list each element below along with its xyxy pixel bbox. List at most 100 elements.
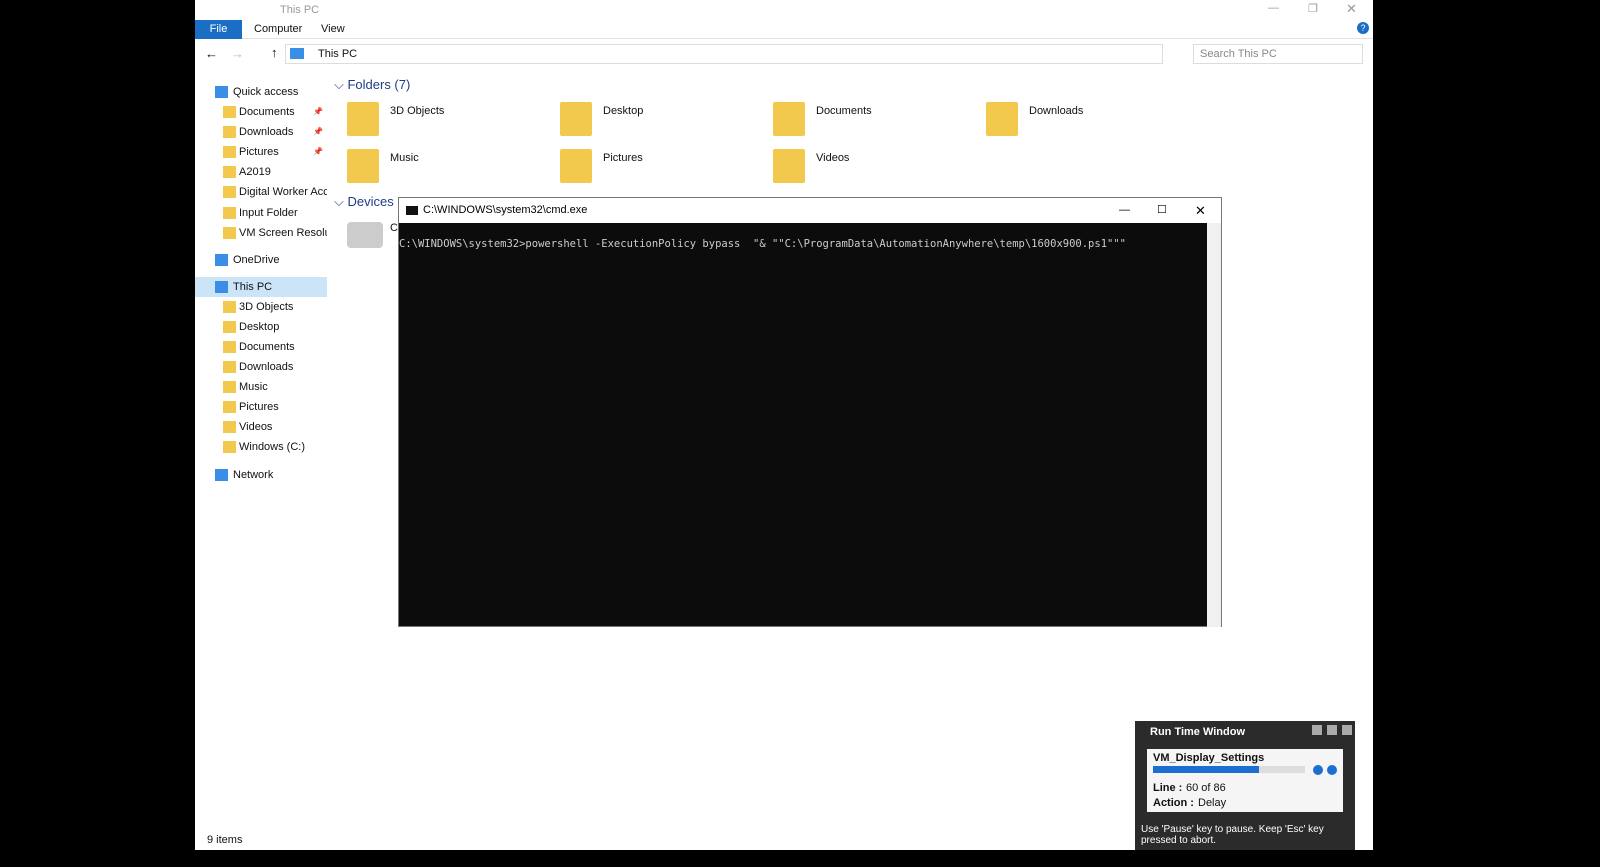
folder-icon bbox=[560, 149, 592, 183]
window-title: This PC bbox=[280, 4, 320, 16]
runtime-hint: Use 'Pause' key to pause. Keep 'Esc' key… bbox=[1141, 824, 1324, 846]
nav-item[interactable]: Desktop bbox=[195, 317, 327, 337]
nav-item[interactable]: Network bbox=[195, 465, 327, 485]
nav-item[interactable]: Downloads 📌 bbox=[195, 122, 327, 142]
runtime-minimize-button[interactable] bbox=[1312, 725, 1322, 735]
progress-bar bbox=[1153, 766, 1305, 773]
forward-button[interactable]: → bbox=[231, 46, 244, 61]
nav-item-label: Desktop bbox=[239, 321, 280, 333]
nav-item[interactable]: This PC bbox=[195, 277, 327, 297]
folder-icon bbox=[223, 106, 236, 118]
line-value: 60 of 86 bbox=[1186, 782, 1226, 794]
nav-item-label: Documents bbox=[239, 341, 295, 353]
runtime-title: Run Time Window bbox=[1150, 726, 1246, 738]
cmd-scrollbar[interactable] bbox=[1207, 223, 1221, 627]
folder-item[interactable]: Desktop bbox=[560, 102, 760, 142]
cmd-title: C:\WINDOWS\system32\cmd.exe bbox=[423, 204, 588, 216]
folder-item[interactable]: Documents bbox=[773, 102, 973, 142]
restore-button[interactable]: ❐ bbox=[1308, 2, 1318, 15]
folder-label: Documents bbox=[816, 105, 872, 117]
action-label: Action : bbox=[1153, 797, 1194, 809]
folder-item[interactable]: 3D Objects bbox=[347, 102, 547, 142]
devices-group-header[interactable]: ⌵ Devices a bbox=[334, 194, 405, 210]
cmd-output[interactable]: C:\WINDOWS\system32>powershell -Executio… bbox=[399, 238, 1126, 250]
nav-item[interactable]: A2019 bbox=[195, 162, 327, 182]
search-input[interactable]: Search This PC bbox=[1193, 44, 1363, 64]
line-label: Line : bbox=[1153, 782, 1183, 794]
status-bar-text: 9 items bbox=[207, 834, 243, 846]
runtime-restore-button[interactable] bbox=[1327, 725, 1337, 735]
help-icon[interactable]: ? bbox=[1357, 22, 1369, 34]
nav-item-label: Digital Worker Acc bbox=[239, 186, 327, 198]
nav-item[interactable]: Input Folder bbox=[195, 203, 327, 223]
cmd-close-button[interactable]: ✕ bbox=[1195, 198, 1206, 223]
nav-item[interactable]: Documents 📌 bbox=[195, 102, 327, 122]
address-bar[interactable]: This PC bbox=[285, 44, 1163, 64]
runtime-close-button[interactable] bbox=[1342, 725, 1352, 735]
tab-computer[interactable]: Computer bbox=[254, 23, 302, 35]
location-icon bbox=[215, 469, 228, 481]
nav-item[interactable]: Downloads bbox=[195, 357, 327, 377]
cmd-maximize-button[interactable]: ☐ bbox=[1157, 198, 1167, 223]
nav-item-label: Quick access bbox=[233, 86, 299, 98]
drive-label[interactable]: C bbox=[390, 222, 398, 234]
run-time-window: Run Time Window VM_Display_Settings Line… bbox=[1135, 721, 1355, 850]
nav-item[interactable]: Videos bbox=[195, 417, 327, 437]
folder-label: 3D Objects bbox=[390, 105, 445, 117]
nav-item[interactable]: Windows (C:) bbox=[195, 437, 327, 457]
task-name: VM_Display_Settings bbox=[1153, 752, 1265, 764]
nav-item[interactable]: OneDrive bbox=[195, 250, 327, 270]
folder-label: Pictures bbox=[603, 152, 643, 164]
folder-icon bbox=[223, 421, 236, 433]
nav-item[interactable]: Music bbox=[195, 377, 327, 397]
tab-view[interactable]: View bbox=[321, 23, 345, 35]
folder-label: Desktop bbox=[603, 105, 644, 117]
location-icon bbox=[215, 86, 228, 98]
nav-item-label: Downloads bbox=[239, 126, 294, 138]
nav-item[interactable]: Pictures 📌 bbox=[195, 142, 327, 162]
folder-label: Videos bbox=[816, 152, 850, 164]
nav-item-label: Music bbox=[239, 381, 268, 393]
folders-group-header[interactable]: ⌵ Folders (7) bbox=[334, 77, 410, 93]
stop-icon[interactable] bbox=[1327, 765, 1337, 775]
folder-icon bbox=[986, 102, 1018, 136]
nav-item[interactable]: Documents bbox=[195, 337, 327, 357]
progress-fill bbox=[1153, 766, 1260, 773]
nav-item[interactable]: VM Screen Resoluti bbox=[195, 223, 327, 243]
folder-item[interactable]: Videos bbox=[773, 149, 973, 189]
folder-item[interactable]: Downloads bbox=[986, 102, 1186, 142]
pin-icon[interactable]: 📌 bbox=[313, 102, 323, 122]
folder-item[interactable]: Pictures bbox=[560, 149, 760, 189]
runtime-panel: VM_Display_Settings Line : 60 of 86 Acti… bbox=[1147, 749, 1343, 812]
nav-item[interactable]: 3D Objects bbox=[195, 297, 327, 317]
folder-icon bbox=[223, 146, 236, 158]
up-button[interactable]: ↑ bbox=[271, 45, 278, 60]
folder-icon bbox=[223, 341, 236, 353]
nav-item-label: Documents bbox=[239, 106, 295, 118]
action-value: Delay bbox=[1198, 797, 1227, 809]
pin-icon[interactable]: 📌 bbox=[313, 142, 323, 162]
close-button[interactable]: ✕ bbox=[1346, 1, 1357, 17]
nav-item[interactable]: Quick access bbox=[195, 82, 327, 102]
pin-icon[interactable]: 📌 bbox=[313, 122, 323, 142]
pc-icon bbox=[290, 48, 304, 59]
nav-item-label: VM Screen Resoluti bbox=[239, 227, 327, 239]
pause-icon[interactable] bbox=[1313, 765, 1323, 775]
minimize-button[interactable]: — bbox=[1268, 2, 1279, 14]
cmd-minimize-button[interactable]: — bbox=[1119, 198, 1130, 223]
folder-icon bbox=[347, 102, 379, 136]
nav-item[interactable]: Pictures bbox=[195, 397, 327, 417]
back-button[interactable]: ← bbox=[205, 46, 218, 61]
nav-item-label: Network bbox=[233, 469, 274, 481]
folder-icon bbox=[223, 126, 236, 138]
title-bar: This PC — ❐ ✕ bbox=[195, 0, 1373, 20]
tab-file[interactable]: File bbox=[195, 20, 242, 39]
drive-icon[interactable] bbox=[347, 222, 383, 248]
nav-item[interactable]: Digital Worker Acc bbox=[195, 182, 327, 202]
folder-label: Downloads bbox=[1029, 105, 1084, 117]
nav-item-label: Downloads bbox=[239, 361, 294, 373]
folder-icon bbox=[773, 102, 805, 136]
folder-icon bbox=[223, 381, 236, 393]
cmd-window[interactable]: C:\WINDOWS\system32\cmd.exe — ☐ ✕ C:\WIN… bbox=[398, 197, 1222, 627]
folder-item[interactable]: Music bbox=[347, 149, 547, 189]
